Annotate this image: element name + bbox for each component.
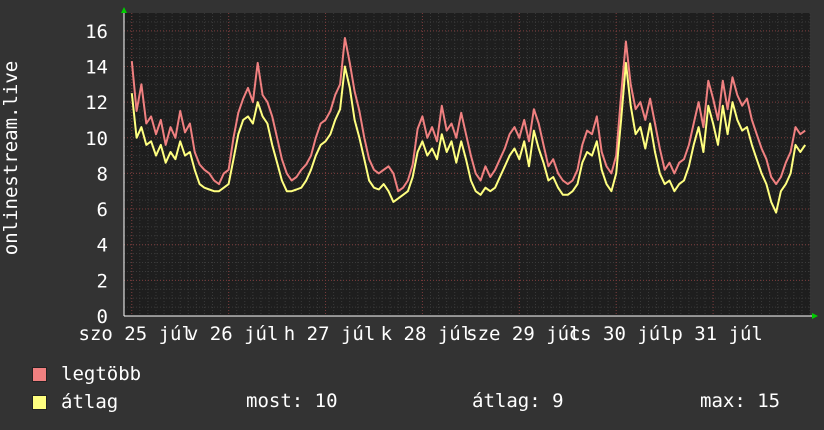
y-axis-label: onlinestream.live xyxy=(0,0,22,316)
y-tick-label: 2 xyxy=(97,270,108,292)
y-axis-arrow-icon xyxy=(121,7,127,13)
stat-average: átlag: 9 xyxy=(472,390,564,412)
y-tick-label: 8 xyxy=(97,163,108,185)
x-tick-label: szo 25 júl xyxy=(79,323,193,345)
x-axis-arrow-icon xyxy=(812,313,818,319)
y-tick-label: 12 xyxy=(85,92,108,114)
y-tick-label: 4 xyxy=(97,235,108,257)
stat-now: most: 10 xyxy=(246,390,338,412)
y-axis-ticks: 0246810121416 xyxy=(85,21,108,328)
x-tick-label: p 31 júl xyxy=(671,323,763,345)
x-tick-label: v 26 júl xyxy=(187,323,279,345)
y-tick-label: 10 xyxy=(85,128,108,150)
line-chart: 0246810121416 szo 25 júlv 26 júl h 27 júl… xyxy=(79,7,818,345)
legend-label-max: legtöbb xyxy=(61,363,142,385)
legend-swatch-max xyxy=(32,366,47,382)
y-tick-label: 14 xyxy=(85,56,108,78)
y-tick-label: 16 xyxy=(85,21,108,43)
legend-label-avg: átlag xyxy=(61,391,119,413)
y-tick-label: 6 xyxy=(97,199,108,221)
x-tick-label: sze 29 júl xyxy=(466,323,580,345)
legend-swatch-avg xyxy=(32,394,47,410)
y-axis-label-text: onlinestream.live xyxy=(0,60,22,256)
stat-max: max: 15 xyxy=(700,390,781,412)
legend-item-avg: átlag xyxy=(32,390,118,414)
x-tick-label: h 27 júl xyxy=(284,323,376,345)
x-tick-label: k 28 júl xyxy=(381,323,473,345)
x-tick-label: cs 30 júl xyxy=(569,323,672,345)
legend-item-max: legtöbb xyxy=(32,362,141,386)
x-axis-ticks: szo 25 júlv 26 júl h 27 júl k 28 júlsze 29… xyxy=(79,323,763,345)
